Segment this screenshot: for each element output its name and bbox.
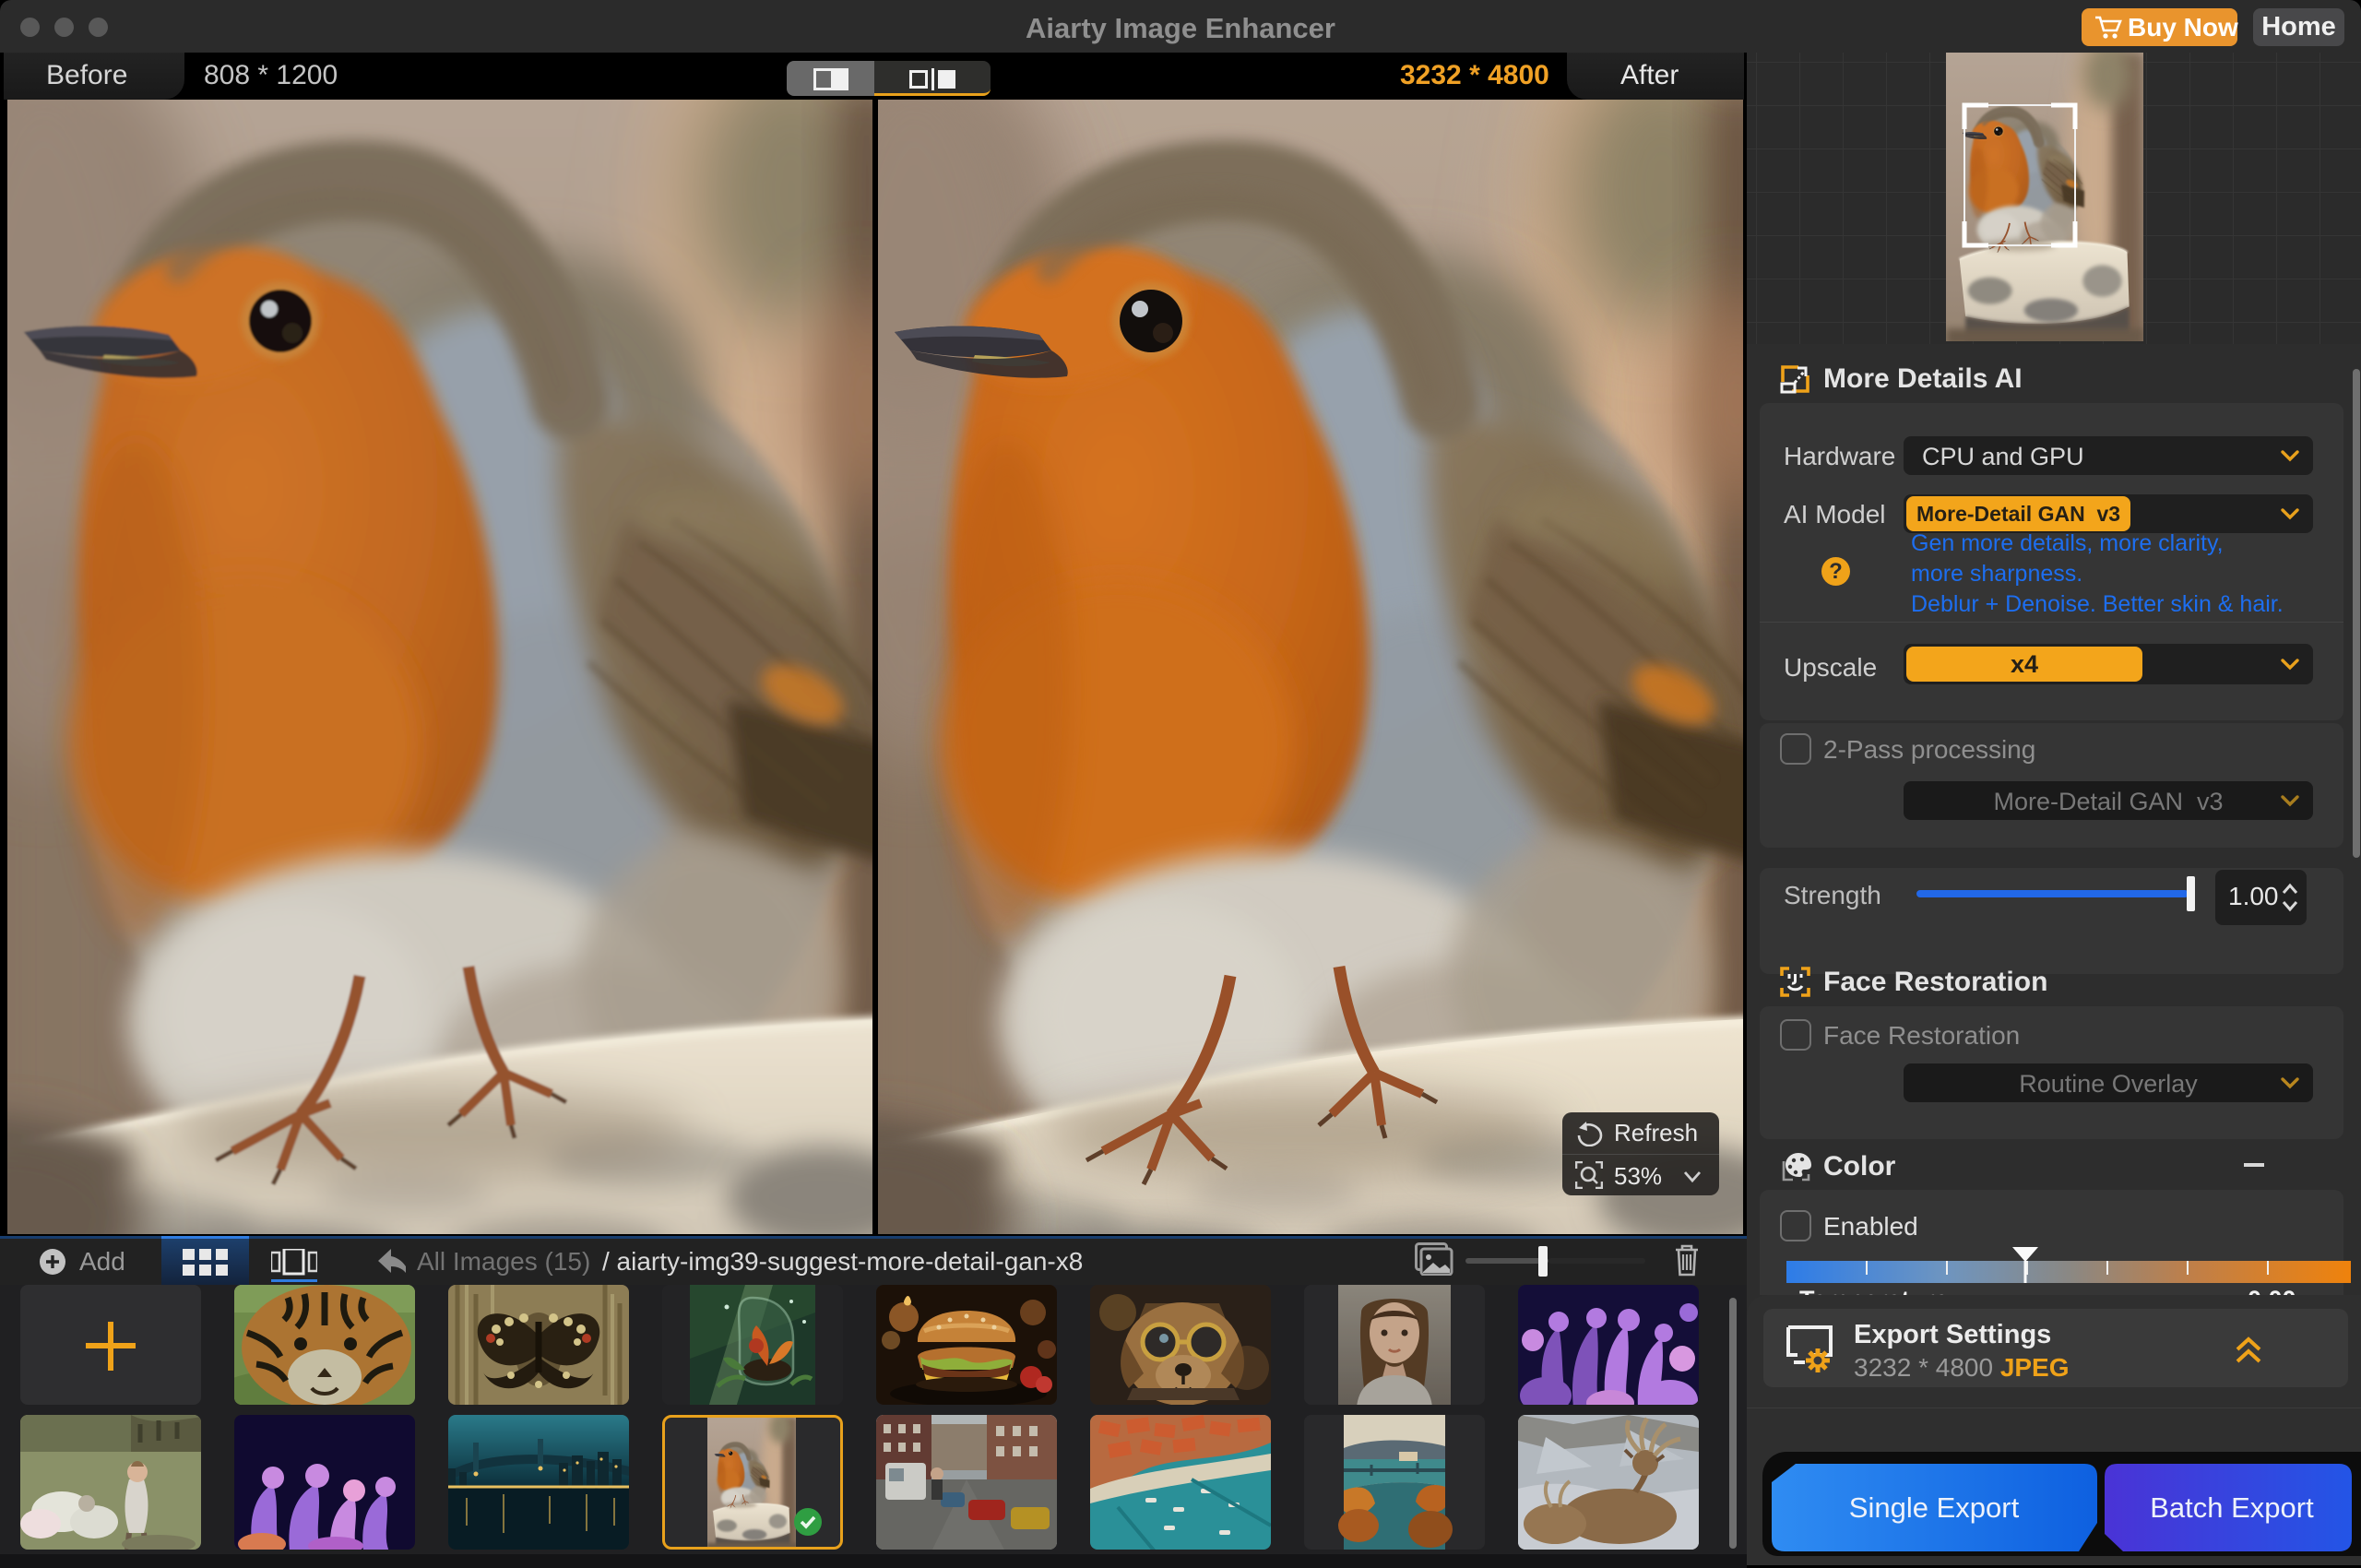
svg-text:Single Export: Single Export xyxy=(1849,1491,2020,1524)
svg-text:0.00: 0.00 xyxy=(2248,1286,2296,1295)
svg-text:Temperature: Temperature xyxy=(1799,1286,1949,1295)
svg-text:Batch Export: Batch Export xyxy=(2150,1491,2314,1524)
